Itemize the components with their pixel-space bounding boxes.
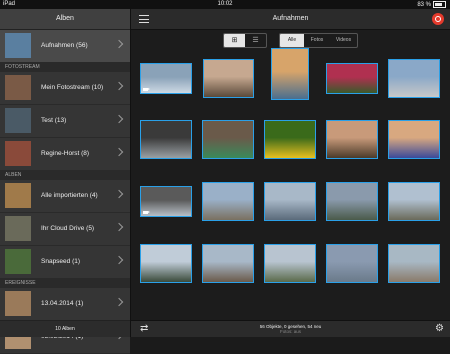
- item-summary-sub: Fotos: aus: [279, 329, 301, 334]
- album-thumbnail: [5, 141, 31, 166]
- battery-status: 83 %: [417, 1, 446, 8]
- photo-thumbnail[interactable]: [140, 63, 192, 94]
- album-list: Aufnahmen (56) FOTOSTREAM Mein Fotostream …: [0, 30, 130, 354]
- bottom-bar: ⇄ 56 Objekte, 0 gesehen, 54 neu Fotos: a…: [131, 320, 450, 337]
- photo-thumbnail[interactable]: [140, 244, 192, 283]
- album-label: Regine-Horst (8): [41, 150, 90, 157]
- photo-thumbnail[interactable]: [202, 120, 254, 159]
- photo-thumbnail[interactable]: [140, 120, 192, 159]
- album-label: Alle importierten (4): [41, 192, 98, 199]
- filter-all[interactable]: Alle: [280, 34, 304, 47]
- chevron-right-icon: [114, 189, 124, 199]
- album-label: Test (13): [41, 117, 67, 124]
- album-row[interactable]: Mein Fotostream (10): [0, 72, 130, 105]
- gear-icon[interactable]: ⚙: [435, 323, 444, 334]
- photo-thumbnail[interactable]: [140, 186, 192, 217]
- album-count: 10 Alben: [0, 320, 130, 337]
- photo-thumbnail[interactable]: [202, 244, 254, 283]
- clock: 10:02: [217, 1, 233, 7]
- album-row[interactable]: 13.04.2014 (1): [0, 288, 130, 321]
- photo-thumbnail[interactable]: [388, 59, 440, 98]
- photo-thumbnail[interactable]: [264, 120, 316, 159]
- album-row[interactable]: Regine-Horst (8): [0, 138, 130, 171]
- albums-sidebar: Alben Aufnahmen (56) FOTOSTREAM Mein Fotos…: [0, 9, 131, 354]
- album-row[interactable]: Snapseed (1): [0, 246, 130, 279]
- photo-thumbnail[interactable]: [388, 182, 440, 221]
- album-thumbnail: [5, 183, 31, 208]
- menu-icon[interactable]: [139, 15, 149, 23]
- album-thumbnail: [5, 33, 31, 58]
- photo-thumbnail[interactable]: [388, 120, 440, 159]
- chevron-right-icon: [114, 297, 124, 307]
- list-view-icon[interactable]: ☰: [245, 34, 266, 47]
- album-row[interactable]: Ihr Cloud Drive (5): [0, 213, 130, 246]
- photo-thumbnail[interactable]: [264, 244, 316, 283]
- album-row[interactable]: Alle importierten (4): [0, 180, 130, 213]
- photo-thumbnail[interactable]: [326, 182, 378, 221]
- album-row[interactable]: Aufnahmen (56): [0, 30, 130, 63]
- section-header: ALBEN: [0, 171, 130, 180]
- top-bar: Aufnahmen: [131, 9, 450, 30]
- album-label: Aufnahmen (56): [41, 42, 88, 49]
- chevron-right-icon: [114, 147, 124, 157]
- sidebar-title: Alben: [0, 9, 130, 30]
- section-header: FOTOSTREAM: [0, 63, 130, 72]
- album-thumbnail: [5, 108, 31, 133]
- album-label: 13.04.2014 (1): [41, 300, 84, 307]
- chevron-right-icon: [114, 255, 124, 265]
- chevron-right-icon: [114, 39, 124, 49]
- status-bar: iPad 10:02 83 %: [0, 0, 450, 9]
- photo-thumbnail[interactable]: [202, 59, 254, 98]
- album-label: Ihr Cloud Drive (5): [41, 225, 95, 232]
- album-thumbnail: [5, 75, 31, 100]
- photo-thumbnail[interactable]: [326, 63, 378, 94]
- album-row[interactable]: Test (13): [0, 105, 130, 138]
- chevron-right-icon: [114, 222, 124, 232]
- filter-photos[interactable]: Fotos: [304, 34, 330, 47]
- battery-percent: 83 %: [417, 2, 431, 9]
- status-info: 56 Objekte, 0 gesehen, 54 neu Fotos: aus: [131, 324, 450, 334]
- video-icon: [143, 88, 150, 91]
- album-label: Snapseed (1): [41, 258, 81, 265]
- album-label: Mein Fotostream (10): [41, 84, 104, 91]
- album-thumbnail: [5, 216, 31, 241]
- photo-thumbnail[interactable]: [326, 120, 378, 159]
- filter-videos[interactable]: Videos: [330, 34, 357, 47]
- album-thumbnail: [5, 249, 31, 274]
- chevron-right-icon: [114, 81, 124, 91]
- page-title: Aufnahmen: [272, 15, 309, 22]
- record-icon[interactable]: [432, 13, 444, 25]
- photo-thumbnail[interactable]: [326, 244, 378, 283]
- photo-thumbnail[interactable]: [271, 48, 309, 100]
- video-icon: [143, 211, 150, 214]
- photo-thumbnail[interactable]: [202, 182, 254, 221]
- photo-thumbnail[interactable]: [388, 244, 440, 283]
- main-panel: Aufnahmen ⊞ ☰ Alle Fotos Videos ⇄ 56 Obj…: [131, 9, 450, 337]
- view-mode-toggle: ⊞ ☰: [223, 33, 267, 48]
- photo-thumbnail[interactable]: [264, 182, 316, 221]
- album-thumbnail: [5, 291, 31, 316]
- chevron-right-icon: [114, 114, 124, 124]
- section-header: EREIGNISSE: [0, 279, 130, 288]
- media-filter: Alle Fotos Videos: [279, 33, 358, 48]
- grid-view-icon[interactable]: ⊞: [224, 34, 245, 47]
- battery-icon: [433, 1, 446, 8]
